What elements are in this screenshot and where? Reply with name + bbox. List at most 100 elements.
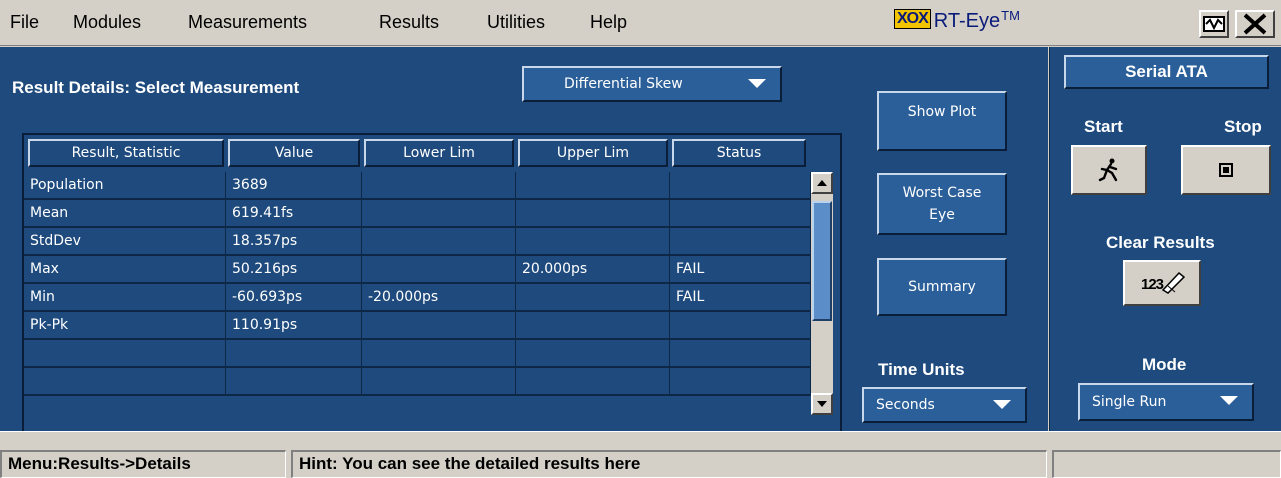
time-units-value: Seconds	[876, 397, 935, 413]
status-extra	[1052, 450, 1281, 478]
logo-badge: XOX	[894, 9, 931, 29]
close-button[interactable]	[1235, 10, 1275, 38]
chevron-down-icon	[993, 400, 1011, 409]
stop-label: Stop	[1224, 117, 1262, 136]
table-cell	[362, 256, 516, 284]
menu-results[interactable]: Results	[379, 12, 439, 33]
app-logo: XOX RT-Eye TM	[894, 9, 1020, 33]
table-cell	[516, 284, 670, 312]
table-cell	[670, 200, 811, 228]
eraser-icon: 123	[1137, 270, 1187, 296]
table-cell	[516, 228, 670, 256]
table-cell	[670, 368, 811, 396]
table-cell	[516, 200, 670, 228]
status-menu-path: Menu:Results->Details	[0, 450, 286, 478]
stop-button[interactable]	[1181, 145, 1271, 195]
table-cell: 20.000ps	[516, 256, 670, 284]
menu-help[interactable]: Help	[590, 12, 627, 33]
column-header[interactable]: Upper Lim	[518, 139, 668, 167]
table-row[interactable]: StdDev 18.357ps	[24, 228, 811, 256]
table-cell	[362, 228, 516, 256]
results-panel: Result Details: Select Measurement Diffe…	[0, 47, 1048, 475]
table-row[interactable]: Population 3689	[24, 172, 811, 200]
scroll-down-button[interactable]	[811, 393, 833, 415]
table-cell: Max	[24, 256, 226, 284]
table-cell	[362, 340, 516, 368]
running-man-icon	[1098, 158, 1118, 182]
mode-label: Mode	[1142, 355, 1187, 374]
mode-select[interactable]: Single Run	[1078, 383, 1254, 421]
table-cell: Min	[24, 284, 226, 312]
measurement-select[interactable]: Differential Skew	[522, 66, 782, 102]
table-body: Population 3689 Mean 619.41fs StdDev 18.…	[24, 172, 811, 396]
menu-modules[interactable]: Modules	[73, 12, 141, 33]
table-row[interactable]: Min -60.693ps -20.000ps FAIL	[24, 284, 811, 312]
standard-button[interactable]: Serial ATA	[1064, 55, 1269, 89]
table-cell	[670, 172, 811, 200]
menu-measurements[interactable]: Measurements	[188, 12, 307, 33]
table-row[interactable]	[24, 340, 811, 368]
table-cell	[670, 340, 811, 368]
table-cell: FAIL	[670, 256, 811, 284]
trademark: TM	[1001, 8, 1020, 23]
column-header[interactable]: Result, Statistic	[28, 139, 224, 167]
menu-utilities[interactable]: Utilities	[487, 12, 545, 33]
start-label: Start	[1084, 117, 1123, 136]
table-cell	[362, 172, 516, 200]
column-header[interactable]: Status	[672, 139, 806, 167]
status-bar: Menu:Results->Details Hint: You can see …	[0, 431, 1281, 478]
control-panel: Serial ATA Start Stop Clear Results 123 …	[1049, 47, 1281, 431]
triangle-down-icon	[817, 401, 827, 407]
table-cell: FAIL	[670, 284, 811, 312]
clear-results-button[interactable]: 123	[1123, 260, 1201, 306]
status-hint: Hint: You can see the detailed results h…	[291, 450, 1047, 478]
stop-icon	[1219, 163, 1233, 177]
triangle-up-icon	[817, 180, 827, 186]
mode-value: Single Run	[1092, 394, 1167, 410]
table-cell: 18.357ps	[226, 228, 362, 256]
time-units-label: Time Units	[878, 360, 965, 379]
minimize-to-scope-button[interactable]	[1199, 10, 1229, 38]
scroll-thumb[interactable]	[812, 201, 832, 321]
show-plot-button[interactable]: Show Plot	[877, 91, 1007, 151]
menu-file[interactable]: File	[10, 12, 39, 33]
table-row[interactable]: Mean 619.41fs	[24, 200, 811, 228]
table-row[interactable]: Pk-Pk 110.91ps	[24, 312, 811, 340]
table-cell	[362, 200, 516, 228]
table-cell	[362, 312, 516, 340]
summary-button[interactable]: Summary	[877, 258, 1007, 316]
start-button[interactable]	[1071, 145, 1147, 195]
table-row[interactable]	[24, 368, 811, 396]
table-cell: -60.693ps	[226, 284, 362, 312]
scope-window-icon	[1203, 16, 1225, 32]
scroll-up-button[interactable]	[811, 172, 833, 194]
table-row[interactable]: Max 50.216ps 20.000ps FAIL	[24, 256, 811, 284]
close-icon	[1243, 13, 1267, 35]
app-title: RT-Eye	[933, 10, 1001, 32]
worst-case-eye-button[interactable]: Worst Case Eye	[877, 173, 1007, 235]
table-scrollbar[interactable]	[811, 172, 833, 415]
table-cell: 110.91ps	[226, 312, 362, 340]
table-cell: 619.41fs	[226, 200, 362, 228]
time-units-select[interactable]: Seconds	[862, 387, 1027, 423]
worst-case-eye-label: Worst Case	[902, 185, 982, 201]
show-plot-label: Show Plot	[907, 104, 977, 120]
worst-case-eye-label-line2: Eye	[929, 207, 955, 223]
table-cell	[516, 340, 670, 368]
table-cell	[516, 368, 670, 396]
table-cell: Mean	[24, 200, 226, 228]
table-cell	[516, 172, 670, 200]
table-cell	[24, 368, 226, 396]
table-cell	[226, 368, 362, 396]
summary-label: Summary	[908, 279, 976, 295]
chevron-down-icon	[1220, 396, 1238, 405]
clear-results-label: Clear Results	[1106, 233, 1215, 252]
table-cell	[362, 368, 516, 396]
column-header[interactable]: Value	[228, 139, 360, 167]
column-header[interactable]: Lower Lim	[364, 139, 514, 167]
table-cell: StdDev	[24, 228, 226, 256]
table-cell: 3689	[226, 172, 362, 200]
table-cell	[24, 340, 226, 368]
table-cell	[516, 312, 670, 340]
table-cell	[670, 312, 811, 340]
